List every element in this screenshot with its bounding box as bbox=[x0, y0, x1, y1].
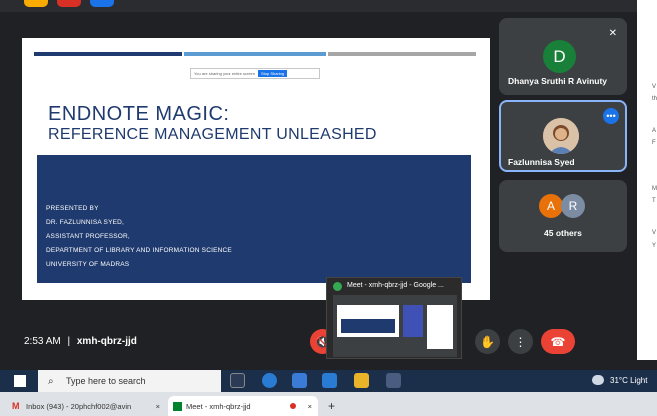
search-icon: ⌕ bbox=[48, 375, 54, 387]
slide-subtitle: REFERENCE MANAGEMENT UNLEASHED bbox=[48, 126, 377, 143]
more-options-icon[interactable]: ••• bbox=[603, 108, 619, 124]
tab-label: Inbox (943) - 20phchf002@avin bbox=[26, 401, 132, 411]
screen-share-notice: You are sharing your entire screen Stop … bbox=[190, 68, 320, 79]
gmail-icon: M bbox=[12, 401, 20, 411]
profile-photo bbox=[543, 118, 579, 154]
store-icon[interactable] bbox=[292, 373, 307, 388]
tab-close-icon[interactable]: × bbox=[308, 402, 312, 411]
chrome-taskbar-icon[interactable] bbox=[386, 373, 401, 388]
presented-by: PRESENTED BY bbox=[46, 205, 99, 212]
end-call-button[interactable]: ☎ bbox=[541, 329, 575, 354]
presentation-slide: You are sharing your entire screen Stop … bbox=[22, 38, 490, 300]
recording-icon bbox=[290, 403, 296, 409]
profile-photo-graphic bbox=[543, 118, 579, 154]
presenter-role: ASSISTANT PROFESSOR, bbox=[46, 233, 130, 240]
meeting-separator: | bbox=[67, 336, 71, 347]
share-text: You are sharing your entire screen bbox=[194, 71, 255, 76]
side-letter: M bbox=[652, 186, 657, 192]
tab-inbox[interactable]: M Inbox (943) - 20phchf002@avin × bbox=[8, 396, 164, 416]
file-explorer-icon[interactable] bbox=[354, 373, 369, 388]
mic-off-icon: ✕ bbox=[608, 28, 617, 39]
tab-label: Meet - xmh-qbrz-jjd bbox=[186, 401, 251, 411]
taskbar-preview[interactable]: Meet - xmh-qbrz-jjd - Google ... bbox=[326, 277, 462, 359]
weather-text: 31°C Light bbox=[610, 376, 648, 385]
raise-hand-button[interactable]: ✋ bbox=[475, 329, 500, 354]
presenter-university: UNIVERSITY OF MADRAS bbox=[46, 261, 130, 268]
top-dot-red bbox=[57, 0, 81, 7]
side-letter: F bbox=[652, 140, 656, 146]
top-dot-blue bbox=[90, 0, 114, 7]
side-letter: th bbox=[652, 96, 657, 102]
meet-icon bbox=[173, 401, 182, 411]
slide-info-box: PRESENTED BY DR. FAZLUNNISA SYED, ASSIST… bbox=[37, 155, 471, 283]
meeting-time: 2:53 AM bbox=[24, 336, 61, 347]
presenter-name: DR. FAZLUNNISA SYED, bbox=[46, 219, 125, 226]
thumbnail-tile bbox=[403, 305, 423, 337]
preview-title: Meet - xmh-qbrz-jjd - Google ... bbox=[347, 282, 444, 289]
windows-taskbar: ⌕ Type here to search 31°C Light bbox=[0, 370, 657, 392]
avatar: D bbox=[543, 40, 576, 73]
participant-tile-others[interactable]: A R 45 others bbox=[499, 180, 627, 252]
side-letter: V bbox=[652, 84, 657, 90]
more-options-button[interactable]: ⋮ bbox=[508, 329, 533, 354]
participant-tile-dhanya[interactable]: D Dhanya Sruthi R Avinuty ✕ bbox=[499, 18, 627, 95]
slide-bar-3 bbox=[328, 52, 476, 56]
taskbar-search[interactable]: ⌕ Type here to search bbox=[38, 370, 221, 392]
thumbnail-side-panel bbox=[427, 305, 453, 349]
others-count: 45 others bbox=[544, 228, 582, 238]
participant-name: Dhanya Sruthi R Avinuty bbox=[508, 76, 608, 86]
top-dot-yellow bbox=[24, 0, 48, 7]
side-letter: Y bbox=[652, 243, 657, 249]
task-view-icon[interactable] bbox=[230, 373, 245, 388]
stop-sharing-button[interactable]: Stop Sharing bbox=[258, 70, 288, 77]
participant-name: Fazlunnisa Syed bbox=[508, 157, 575, 167]
presenter-department: DEPARTMENT OF LIBRARY AND INFORMATION SC… bbox=[46, 247, 232, 254]
slide-bar-2 bbox=[184, 52, 326, 56]
slide-title: ENDNOTE MAGIC: bbox=[48, 103, 230, 125]
windows-start-icon[interactable] bbox=[14, 375, 26, 387]
side-panel: V th A F M T V Y bbox=[637, 0, 657, 360]
meeting-info: 2:53 AM | xmh-qbrz-jjd bbox=[24, 336, 137, 347]
preview-thumbnail bbox=[333, 295, 457, 357]
edge-icon[interactable] bbox=[262, 373, 277, 388]
new-tab-button[interactable]: + bbox=[322, 396, 335, 416]
avatar-a: A bbox=[539, 194, 563, 218]
slide-bar-1 bbox=[34, 52, 182, 56]
avatar-r: R bbox=[561, 194, 585, 218]
chrome-icon bbox=[333, 282, 342, 291]
participant-tile-fazlunnisa[interactable]: Fazlunnisa Syed ••• bbox=[499, 100, 627, 172]
side-letter: T bbox=[652, 198, 656, 204]
meeting-code: xmh-qbrz-jjd bbox=[76, 336, 137, 347]
search-placeholder: Type here to search bbox=[66, 376, 146, 386]
thumbnail-slide-box bbox=[341, 319, 395, 333]
side-letter: V bbox=[652, 230, 657, 236]
tab-close-icon[interactable]: × bbox=[156, 402, 160, 411]
meet-window: You are sharing your entire screen Stop … bbox=[0, 0, 637, 360]
browser-tab-bar: M Inbox (943) - 20phchf002@avin × Meet -… bbox=[0, 392, 657, 416]
side-letter: A bbox=[652, 128, 657, 134]
weather-icon bbox=[592, 375, 604, 385]
tab-meet[interactable]: Meet - xmh-qbrz-jjd × bbox=[168, 396, 318, 416]
mail-icon[interactable] bbox=[322, 373, 337, 388]
top-strip bbox=[0, 0, 637, 12]
